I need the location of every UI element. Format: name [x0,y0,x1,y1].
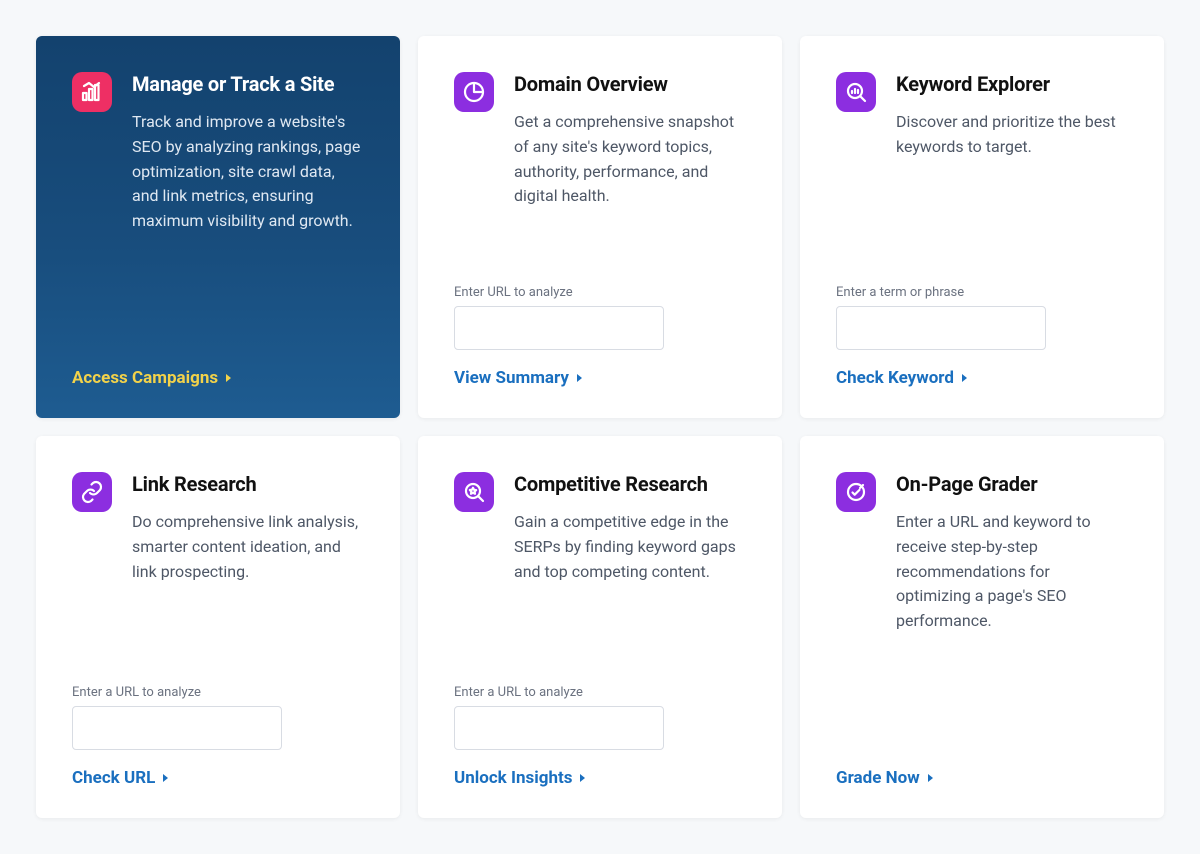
card-title: Domain Overview [514,72,746,96]
action-label: Check Keyword [836,368,954,388]
card-description: Do comprehensive link analysis, smarter … [132,510,364,584]
card-link-research: Link Research Do comprehensive link anal… [36,436,400,818]
access-campaigns-link[interactable]: Access Campaigns [72,368,231,388]
card-competitive-research: Competitive Research Gain a competitive … [418,436,782,818]
star-magnify-icon [454,472,494,512]
chevron-right-icon [928,774,933,782]
card-title: On-Page Grader [896,472,1128,496]
card-on-page-grader: On-Page Grader Enter a URL and keyword t… [800,436,1164,818]
action-label: Grade Now [836,768,920,788]
target-check-icon [836,472,876,512]
link-icon [72,472,112,512]
cards-grid: Manage or Track a Site Track and improve… [36,36,1164,818]
domain-overview-input[interactable] [454,306,664,350]
input-label: Enter a URL to analyze [72,685,364,700]
card-manage-track-site: Manage or Track a Site Track and improve… [36,36,400,418]
check-keyword-link[interactable]: Check Keyword [836,368,967,388]
action-label: View Summary [454,368,569,388]
bar-chart-up-icon [72,72,112,112]
magnify-chart-icon [836,72,876,112]
card-title: Link Research [132,472,364,496]
input-label: Enter a term or phrase [836,285,1128,300]
chevron-right-icon [163,774,168,782]
card-description: Track and improve a website's SEO by ana… [132,110,364,234]
pie-chart-icon [454,72,494,112]
card-description: Enter a URL and keyword to receive step-… [896,510,1128,634]
competitive-research-input[interactable] [454,706,664,750]
action-label: Access Campaigns [72,368,218,388]
card-description: Gain a competitive edge in the SERPs by … [514,510,746,584]
input-label: Enter URL to analyze [454,285,746,300]
keyword-explorer-input[interactable] [836,306,1046,350]
action-label: Unlock Insights [454,768,572,788]
action-label: Check URL [72,768,155,788]
link-research-input[interactable] [72,706,282,750]
chevron-right-icon [226,374,231,382]
input-label: Enter a URL to analyze [454,685,746,700]
unlock-insights-link[interactable]: Unlock Insights [454,768,585,788]
card-title: Keyword Explorer [896,72,1128,96]
check-url-link[interactable]: Check URL [72,768,168,788]
card-description: Get a comprehensive snapshot of any site… [514,110,746,209]
grade-now-link[interactable]: Grade Now [836,768,933,788]
card-title: Competitive Research [514,472,746,496]
card-keyword-explorer: Keyword Explorer Discover and prioritize… [800,36,1164,418]
view-summary-link[interactable]: View Summary [454,368,582,388]
card-title: Manage or Track a Site [132,72,364,96]
chevron-right-icon [577,374,582,382]
card-domain-overview: Domain Overview Get a comprehensive snap… [418,36,782,418]
card-description: Discover and prioritize the best keyword… [896,110,1128,160]
chevron-right-icon [580,774,585,782]
chevron-right-icon [962,374,967,382]
